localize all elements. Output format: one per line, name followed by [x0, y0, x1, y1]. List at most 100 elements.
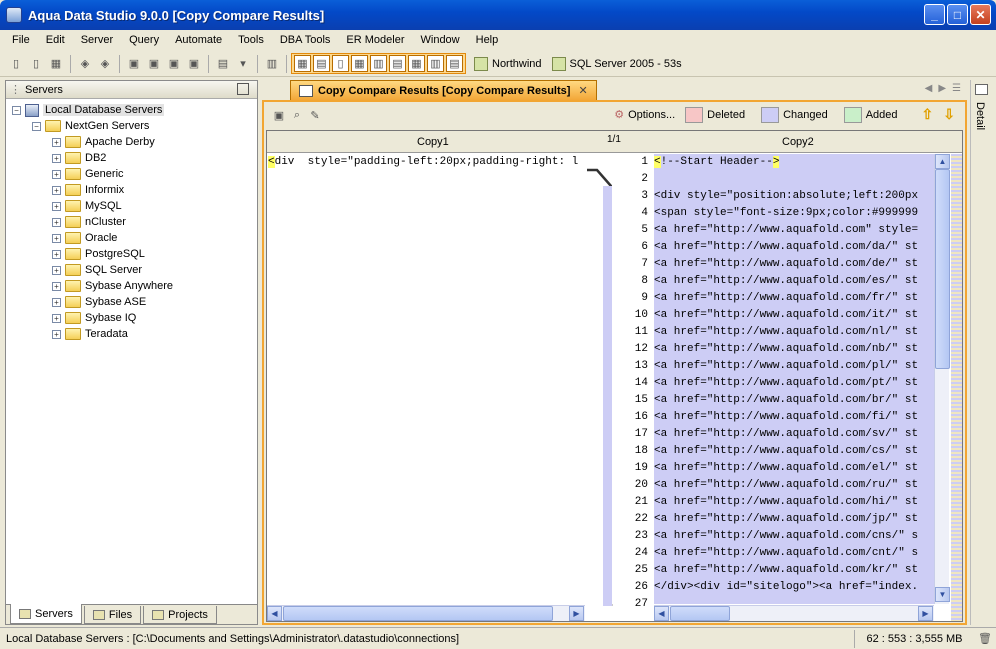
grid-icon[interactable]: ▦ [294, 55, 311, 72]
expand-icon[interactable]: + [52, 185, 61, 195]
tree-folder-apache-derby[interactable]: + Apache Derby [6, 134, 257, 150]
vertical-scrollbar[interactable]: ▲ ▼ [934, 154, 950, 604]
expand-icon[interactable]: + [52, 297, 61, 307]
expand-icon[interactable]: + [52, 281, 61, 291]
lock-icon[interactable]: ▯ [332, 55, 349, 72]
scroll-up-icon[interactable]: ▲ [935, 154, 950, 169]
expand-icon[interactable]: + [52, 201, 61, 211]
tree-root[interactable]: − Local Database Servers [6, 102, 257, 118]
left-horizontal-scrollbar[interactable]: ◀ ▶ [267, 605, 585, 621]
split-view-icon[interactable]: ▥ [370, 55, 387, 72]
menu-automate[interactable]: Automate [167, 34, 230, 46]
right-horizontal-scrollbar[interactable]: ◀ ▶ [654, 605, 934, 621]
tab-projects[interactable]: Projects [143, 606, 217, 624]
line-number: 20 [634, 479, 648, 491]
prev-diff-arrow-icon[interactable]: ⇧ [922, 106, 934, 123]
collapse-icon[interactable]: − [12, 105, 21, 115]
diff-overview-ruler[interactable] [951, 154, 962, 621]
options-button[interactable]: ⚙ Options... [614, 108, 675, 122]
tree-view-icon[interactable]: ▦ [408, 55, 425, 72]
menu-er-modeler[interactable]: ER Modeler [338, 34, 412, 46]
print-icon[interactable]: ▥ [263, 55, 281, 73]
menu-window[interactable]: Window [413, 34, 468, 46]
table-icon[interactable]: ▤ [313, 55, 330, 72]
find-icon[interactable]: ⌕ [289, 107, 305, 123]
menu-dba-tools[interactable]: DBA Tools [272, 34, 339, 46]
tree-folder-mysql[interactable]: + MySQL [6, 198, 257, 214]
minimize-button[interactable]: _ [924, 4, 945, 25]
right-code-pane[interactable]: <!--Start Header--> <div style="position:… [654, 154, 934, 604]
expand-icon[interactable]: + [52, 249, 61, 259]
connection-sqlserver[interactable]: SQL Server 2005 - 53s [551, 56, 682, 71]
tree-folder-postgresql[interactable]: + PostgreSQL [6, 246, 257, 262]
tree-folder-sybase-ase[interactable]: + Sybase ASE [6, 294, 257, 310]
tab-next-icon[interactable]: ▶ [938, 83, 946, 94]
wand-icon[interactable]: ✎ [307, 107, 323, 123]
expand-icon[interactable]: + [52, 265, 61, 275]
query-analyzer-icon[interactable]: ▣ [145, 55, 163, 73]
menu-query[interactable]: Query [121, 34, 167, 46]
schema-browser-icon[interactable]: ▣ [165, 55, 183, 73]
dropdown-arrow-icon[interactable]: ▾ [234, 55, 252, 73]
list-view-icon[interactable]: ▤ [389, 55, 406, 72]
menu-help[interactable]: Help [468, 34, 507, 46]
scroll-down-icon[interactable]: ▼ [935, 587, 950, 602]
tree-folder-sybase-iq[interactable]: + Sybase IQ [6, 310, 257, 326]
scroll-right-icon[interactable]: ▶ [569, 606, 584, 621]
restore-icon[interactable] [237, 83, 249, 95]
close-tab-icon[interactable]: ✕ [578, 84, 587, 97]
expand-icon[interactable]: + [52, 217, 61, 227]
connect-icon[interactable]: ◈ [76, 55, 94, 73]
new-server-icon[interactable]: ▯ [7, 55, 25, 73]
next-diff-arrow-icon[interactable]: ⇩ [943, 106, 955, 123]
scroll-right-icon[interactable]: ▶ [918, 606, 933, 621]
scroll-thumb[interactable] [935, 169, 950, 369]
tab-files[interactable]: Files [83, 606, 142, 624]
tree-folder-ncluster[interactable]: + nCluster [6, 214, 257, 230]
tree-folder-informix[interactable]: + Informix [6, 182, 257, 198]
tab-list-icon[interactable]: ☰ [952, 83, 961, 94]
menu-file[interactable]: File [4, 34, 38, 46]
tab-servers[interactable]: Servers [10, 604, 82, 624]
expand-icon[interactable]: + [52, 233, 61, 243]
expand-icon[interactable]: + [52, 313, 61, 323]
scroll-thumb[interactable] [283, 606, 553, 621]
connection-northwind[interactable]: Northwind [474, 56, 542, 71]
tree-folder-teradata[interactable]: + Teradata [6, 326, 257, 342]
expand-icon[interactable]: + [52, 153, 61, 163]
edit-server-icon[interactable]: ▯ [27, 55, 45, 73]
menu-tools[interactable]: Tools [230, 34, 272, 46]
collapse-icon[interactable]: − [32, 121, 41, 131]
expand-icon[interactable]: + [52, 169, 61, 179]
scroll-left-icon[interactable]: ◀ [654, 606, 669, 621]
compare-icon[interactable]: ▣ [185, 55, 203, 73]
script-icon[interactable]: ▤ [214, 55, 232, 73]
scroll-thumb[interactable] [670, 606, 730, 621]
tab-prev-icon[interactable]: ◀ [925, 83, 933, 94]
register-server-icon[interactable]: ▦ [47, 55, 65, 73]
tree-folder-sql-server[interactable]: + SQL Server [6, 262, 257, 278]
tree-folder-oracle[interactable]: + Oracle [6, 230, 257, 246]
detail-strip[interactable]: Detail [970, 80, 992, 625]
maximize-button[interactable]: □ [947, 4, 968, 25]
tree-folder-sybase-anywhere[interactable]: + Sybase Anywhere [6, 278, 257, 294]
menu-server[interactable]: Server [73, 34, 121, 46]
expand-icon[interactable]: + [52, 137, 61, 147]
disconnect-icon[interactable]: ◈ [96, 55, 114, 73]
tree-folder-db2[interactable]: + DB2 [6, 150, 257, 166]
tab-copy-compare-results[interactable]: Copy Compare Results [Copy Compare Resul… [290, 80, 597, 100]
trash-icon[interactable]: 🗑 [974, 630, 996, 648]
grid-view-icon[interactable]: ▦ [351, 55, 368, 72]
menu-edit[interactable]: Edit [38, 34, 73, 46]
query-window-icon[interactable]: ▣ [125, 55, 143, 73]
tree-group[interactable]: − NextGen Servers [6, 118, 257, 134]
chart-icon[interactable]: ▥ [427, 55, 444, 72]
left-code-pane[interactable]: <div style="padding-left:20px;padding-ri… [267, 154, 601, 604]
save-icon[interactable]: ▣ [271, 107, 287, 123]
text-view-icon[interactable]: ▤ [446, 55, 463, 72]
line-number: 25 [634, 564, 648, 576]
close-button[interactable]: ✕ [970, 4, 991, 25]
scroll-left-icon[interactable]: ◀ [267, 606, 282, 621]
expand-icon[interactable]: + [52, 329, 61, 339]
tree-folder-generic[interactable]: + Generic [6, 166, 257, 182]
